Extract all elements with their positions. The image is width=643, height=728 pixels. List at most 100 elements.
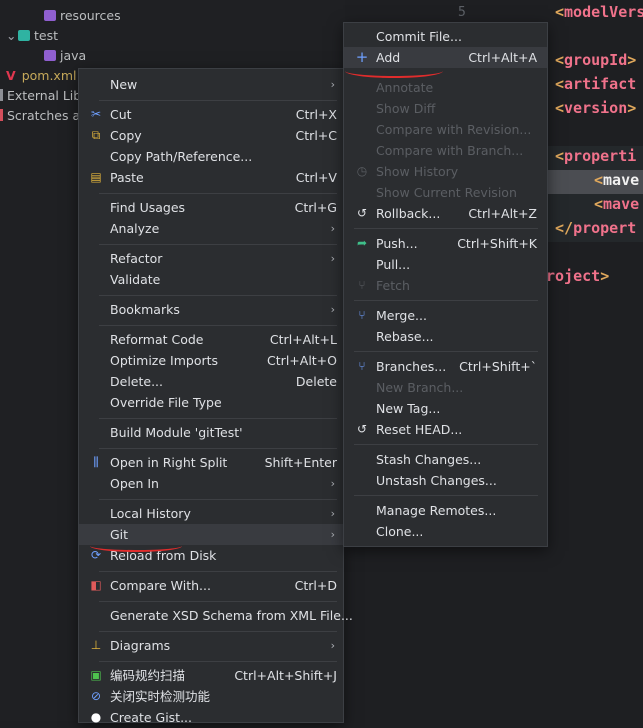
menu-separator bbox=[99, 100, 337, 101]
library-icon bbox=[0, 89, 3, 101]
git-item-show-current-revision[interactable]: Show Current Revision bbox=[344, 182, 547, 203]
menu-separator bbox=[99, 418, 337, 419]
menu-separator bbox=[354, 351, 538, 352]
disable-icon: ⊘ bbox=[90, 689, 102, 703]
menu-item-compare-with[interactable]: ◧ Compare With... Ctrl+D bbox=[79, 575, 343, 596]
menu-item-delete[interactable]: Delete... Delete bbox=[79, 371, 343, 392]
menu-item-reformat-code[interactable]: Reformat Code Ctrl+Alt+L bbox=[79, 329, 343, 350]
git-item-manage-remotes[interactable]: Manage Remotes... bbox=[344, 500, 547, 521]
git-item-compare-revision[interactable]: Compare with Revision... bbox=[344, 119, 547, 140]
tree-item-resources[interactable]: resources bbox=[44, 6, 121, 26]
git-item-new-branch[interactable]: New Branch... bbox=[344, 377, 547, 398]
history-icon: ◷ bbox=[356, 164, 368, 178]
diagram-icon: ⊥ bbox=[90, 638, 102, 652]
code-line: <artifact bbox=[555, 75, 637, 93]
split-icon: ⫼ bbox=[93, 455, 99, 469]
menu-item-cut[interactable]: ✂ Cut Ctrl+X bbox=[79, 104, 343, 125]
git-item-push[interactable]: ➦ Push... Ctrl+Shift+K bbox=[344, 233, 547, 254]
compare-icon: ◧ bbox=[90, 578, 102, 592]
git-item-show-diff[interactable]: Show Diff bbox=[344, 98, 547, 119]
git-item-reset-head[interactable]: ↺ Reset HEAD... bbox=[344, 419, 547, 440]
git-item-stash[interactable]: Stash Changes... bbox=[344, 449, 547, 470]
git-item-rebase[interactable]: Rebase... bbox=[344, 326, 547, 347]
menu-item-analyze[interactable]: Analyze › bbox=[79, 218, 343, 239]
code-line: <modelVers bbox=[555, 3, 643, 21]
menu-separator bbox=[99, 661, 337, 662]
code-line: roject> bbox=[546, 267, 610, 285]
scissors-icon: ✂ bbox=[90, 107, 102, 121]
menu-item-create-gist[interactable]: ● Create Gist... bbox=[79, 707, 343, 728]
chevron-down-icon[interactable]: ⌄ bbox=[6, 26, 18, 46]
menu-item-copy[interactable]: ⧉ Copy Ctrl+C bbox=[79, 125, 343, 146]
menu-item-validate[interactable]: Validate bbox=[79, 269, 343, 290]
menu-item-find-usages[interactable]: Find Usages Ctrl+G bbox=[79, 197, 343, 218]
git-item-branches[interactable]: ⑂ Branches... Ctrl+Shift+` bbox=[344, 356, 547, 377]
menu-separator bbox=[99, 244, 337, 245]
code-line: <version> bbox=[555, 99, 637, 117]
menu-separator bbox=[354, 300, 538, 301]
menu-item-generate-xsd[interactable]: Generate XSD Schema from XML File... bbox=[79, 605, 353, 626]
menu-separator bbox=[99, 448, 337, 449]
tree-item-java[interactable]: java bbox=[44, 46, 86, 66]
java-folder-icon bbox=[44, 50, 56, 61]
maven-icon: V bbox=[6, 68, 16, 83]
tree-item-scratches[interactable]: Scratches ar bbox=[0, 106, 85, 126]
github-icon: ● bbox=[90, 710, 102, 724]
chevron-right-icon: › bbox=[330, 78, 335, 91]
menu-item-optimize-imports[interactable]: Optimize Imports Ctrl+Alt+O bbox=[79, 350, 343, 371]
line-number: 5 bbox=[458, 5, 466, 20]
tree-item-external-libraries[interactable]: External Libr bbox=[0, 86, 86, 106]
git-item-commit-file[interactable]: Commit File... bbox=[344, 26, 547, 47]
git-item-rollback[interactable]: ↺ Rollback... Ctrl+Alt+Z bbox=[344, 203, 547, 224]
git-item-clone[interactable]: Clone... bbox=[344, 521, 547, 542]
menu-separator bbox=[99, 325, 337, 326]
fetch-icon: ⑂ bbox=[358, 278, 366, 292]
tree-item-pom[interactable]: Vpom.xml bbox=[6, 66, 76, 86]
menu-item-open-in[interactable]: Open In › bbox=[79, 473, 343, 494]
chevron-right-icon: › bbox=[330, 639, 335, 652]
chevron-right-icon: › bbox=[330, 222, 335, 235]
menu-separator bbox=[99, 193, 337, 194]
menu-item-bookmarks[interactable]: Bookmarks › bbox=[79, 299, 343, 320]
menu-item-code-scan[interactable]: ▣ 编码规约扫描 Ctrl+Alt+Shift+J bbox=[79, 665, 343, 686]
reload-icon: ⟳ bbox=[90, 548, 102, 562]
push-icon: ➦ bbox=[356, 236, 368, 250]
menu-item-new[interactable]: New › bbox=[79, 74, 343, 95]
git-submenu: Commit File... + Add Ctrl+Alt+A Annotate S… bbox=[343, 22, 548, 547]
git-item-compare-branch[interactable]: Compare with Branch... bbox=[344, 140, 547, 161]
reset-icon: ↺ bbox=[356, 422, 368, 436]
branch-icon: ⑂ bbox=[358, 359, 366, 373]
chevron-right-icon: › bbox=[330, 252, 335, 265]
scratches-icon bbox=[0, 109, 3, 121]
merge-icon: ⑂ bbox=[358, 308, 366, 322]
menu-item-disable-realtime[interactable]: ⊘ 关闭实时检测功能 bbox=[79, 686, 343, 707]
git-item-new-tag[interactable]: New Tag... bbox=[344, 398, 547, 419]
scan-icon: ▣ bbox=[90, 668, 102, 682]
git-item-unstash[interactable]: Unstash Changes... bbox=[344, 470, 547, 491]
menu-separator bbox=[99, 571, 337, 572]
git-item-merge[interactable]: ⑂ Merge... bbox=[344, 305, 547, 326]
menu-item-open-right-split[interactable]: ⫼ Open in Right Split Shift+Enter bbox=[79, 452, 343, 473]
git-item-annotate[interactable]: Annotate bbox=[344, 77, 547, 98]
tree-item-test[interactable]: ⌄ test bbox=[6, 26, 58, 46]
git-item-show-history[interactable]: ◷ Show History bbox=[344, 161, 547, 182]
menu-item-override-file-type[interactable]: Override File Type bbox=[79, 392, 343, 413]
menu-item-paste[interactable]: ▤ Paste Ctrl+V bbox=[79, 167, 343, 188]
context-menu: New › ✂ Cut Ctrl+X ⧉ Copy Ctrl+C Copy Path/Re… bbox=[78, 68, 353, 725]
git-item-pull[interactable]: Pull... bbox=[344, 254, 547, 275]
menu-separator bbox=[99, 601, 337, 602]
menu-separator bbox=[99, 499, 337, 500]
menu-separator bbox=[99, 295, 337, 296]
menu-item-copy-path[interactable]: Copy Path/Reference... bbox=[79, 146, 343, 167]
code-line: <groupId> bbox=[555, 51, 637, 69]
menu-item-build-module[interactable]: Build Module 'gitTest' bbox=[79, 422, 343, 443]
clipboard-icon: ▤ bbox=[90, 170, 102, 184]
menu-item-diagrams[interactable]: ⊥ Diagrams › bbox=[79, 635, 343, 656]
code-line: <properti bbox=[555, 147, 637, 165]
chevron-right-icon: › bbox=[330, 477, 335, 490]
menu-item-local-history[interactable]: Local History › bbox=[79, 503, 343, 524]
resources-folder-icon bbox=[44, 10, 56, 21]
menu-item-refactor[interactable]: Refactor › bbox=[79, 248, 343, 269]
git-item-fetch[interactable]: ⑂ Fetch bbox=[344, 275, 547, 296]
menu-separator bbox=[99, 631, 337, 632]
